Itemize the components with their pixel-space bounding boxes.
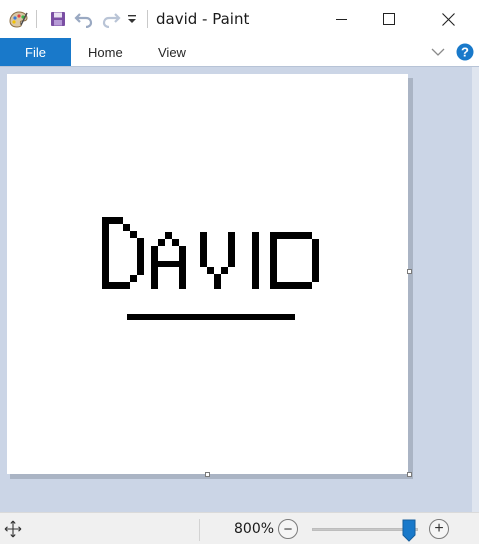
resize-handle-corner[interactable]: [407, 472, 412, 477]
zoom-slider-thumb[interactable]: [402, 519, 416, 543]
save-icon[interactable]: [47, 9, 69, 29]
resize-handle-right[interactable]: [407, 269, 412, 274]
maximize-button[interactable]: [366, 0, 412, 38]
zoom-in-button[interactable]: +: [429, 519, 449, 539]
workspace-edge: [472, 67, 479, 512]
minimize-button[interactable]: [319, 0, 365, 38]
resize-handle-bottom[interactable]: [205, 472, 210, 477]
toolbar-separator: [36, 10, 37, 28]
ribbon-tab-bar: File Home View ?: [0, 38, 479, 66]
customize-dropdown-icon[interactable]: [126, 9, 138, 29]
pixel-text-david: [102, 217, 319, 289]
underline-stroke: [127, 314, 295, 320]
zoom-level-label: 800%: [234, 521, 275, 537]
close-icon: [441, 12, 455, 26]
undo-icon[interactable]: [72, 9, 96, 29]
maximize-icon: [383, 13, 395, 25]
help-button[interactable]: ?: [455, 43, 475, 61]
title-bar: david - Paint: [0, 0, 479, 38]
close-button[interactable]: [425, 0, 471, 38]
move-cursor-icon: [4, 520, 22, 538]
drawing-canvas[interactable]: [7, 74, 408, 474]
zoom-out-button[interactable]: −: [278, 519, 298, 539]
tab-view[interactable]: View: [158, 38, 186, 66]
paint-app-icon[interactable]: [6, 9, 30, 29]
tab-file[interactable]: File: [0, 38, 71, 66]
help-icon: ?: [461, 45, 469, 60]
window-title: david - Paint: [156, 10, 250, 28]
pixel-art-drawing: [102, 217, 319, 320]
tab-home[interactable]: Home: [88, 38, 123, 66]
status-bar: 800% − +: [0, 512, 479, 544]
minimize-icon: [336, 19, 347, 20]
toolbar-separator: [147, 10, 148, 28]
status-separator: [199, 519, 200, 541]
zoom-in-icon: +: [434, 520, 444, 537]
minimize-ribbon-chevron-icon[interactable]: [430, 43, 446, 61]
redo-icon[interactable]: [99, 9, 123, 29]
zoom-out-icon: −: [283, 520, 293, 538]
